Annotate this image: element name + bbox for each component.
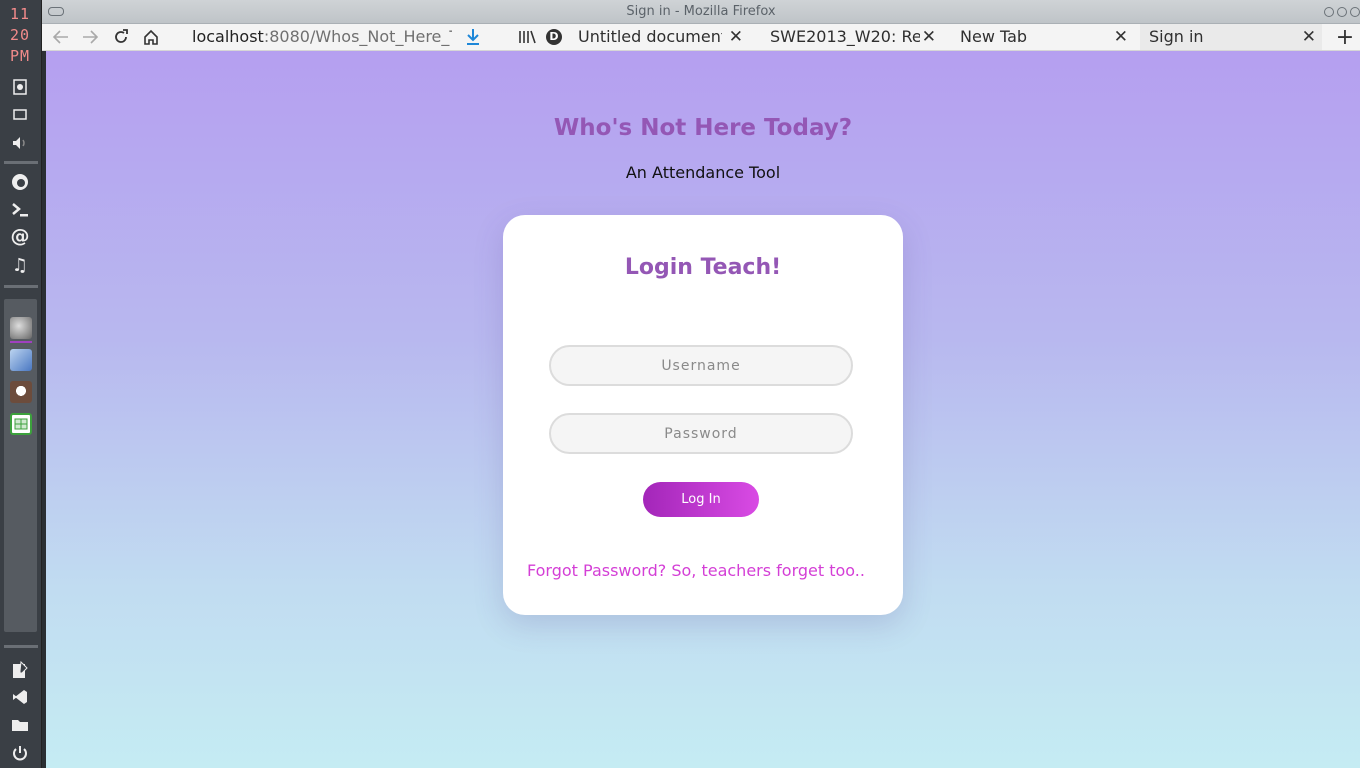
active-indicator xyxy=(10,341,32,343)
clock-period: PM xyxy=(9,47,31,65)
squirrel-app-icon[interactable] xyxy=(10,381,32,403)
spreadsheet-icon[interactable] xyxy=(10,413,32,435)
mail-at-icon[interactable]: @ xyxy=(9,225,31,247)
login-card: Login Teach! Log In Forgot Password? So,… xyxy=(503,215,903,615)
download-icon[interactable] xyxy=(462,26,484,48)
tab-new-tab[interactable]: New Tab ✕ xyxy=(954,24,1134,50)
tab-close-icon[interactable]: ✕ xyxy=(922,24,936,50)
password-input[interactable] xyxy=(549,413,853,454)
eagle-app-icon[interactable] xyxy=(10,317,32,339)
firefox-icon[interactable] xyxy=(9,171,31,193)
library-icon[interactable] xyxy=(516,26,538,48)
url-bar[interactable]: localhost:8080/Whos_Not_Here_T xyxy=(192,26,452,48)
vscode-icon[interactable] xyxy=(9,686,31,708)
username-input[interactable] xyxy=(549,345,853,386)
power-icon[interactable] xyxy=(9,742,31,764)
minimize-button[interactable] xyxy=(1324,7,1334,17)
clock: 11 20 PM xyxy=(0,4,40,67)
tab-close-icon[interactable]: ✕ xyxy=(1114,24,1128,50)
forgot-password-link[interactable]: Forgot Password? So, teachers forget too… xyxy=(503,561,889,580)
login-title: Login Teach! xyxy=(624,255,782,280)
page-subheading: An Attendance Tool xyxy=(625,163,781,182)
screenshot-icon[interactable] xyxy=(9,76,31,98)
page-heading: Who's Not Here Today? xyxy=(553,115,853,141)
tab-untitled-document[interactable]: D Untitled document - ✕ xyxy=(544,24,749,50)
dock-separator xyxy=(4,285,38,288)
back-icon[interactable] xyxy=(50,26,72,48)
music-icon[interactable]: ♫ xyxy=(9,254,31,276)
terminal-icon[interactable] xyxy=(9,199,31,221)
tab-label: SWE2013_W20: Revie xyxy=(770,27,920,46)
left-dock: 11 20 PM @ ♫ xyxy=(0,0,42,768)
close-window-button[interactable] xyxy=(1350,7,1360,17)
display-icon[interactable] xyxy=(9,104,31,126)
docs-favicon: D xyxy=(546,29,562,45)
folder-icon[interactable] xyxy=(9,714,31,736)
tab-close-icon[interactable]: ✕ xyxy=(729,24,743,50)
dock-separator xyxy=(4,161,38,164)
forward-icon[interactable] xyxy=(79,26,101,48)
window-title: Sign in - Mozilla Firefox xyxy=(626,4,776,19)
home-icon[interactable] xyxy=(140,26,162,48)
browser-navbar: localhost:8080/Whos_Not_Here_T D Untitle… xyxy=(42,24,1360,51)
dock-separator xyxy=(4,645,38,648)
tab-sign-in[interactable]: Sign in ✕ xyxy=(1140,24,1322,50)
new-tab-icon[interactable]: + xyxy=(1334,25,1356,50)
virtualbox-icon[interactable] xyxy=(10,349,32,371)
clock-hour: 11 xyxy=(9,5,31,23)
tab-label: Untitled document - xyxy=(578,27,722,46)
url-path: :8080/Whos_Not_Here_T xyxy=(263,27,452,46)
tab-close-icon[interactable]: ✕ xyxy=(1302,24,1316,50)
notes-icon[interactable] xyxy=(9,659,31,681)
tab-label: Sign in xyxy=(1149,27,1204,46)
app-tray xyxy=(4,299,37,632)
url-host: localhost xyxy=(192,27,264,46)
tab-swe2013[interactable]: SWE2013_W20: Revie ✕ xyxy=(764,24,942,50)
tab-label: New Tab xyxy=(960,27,1028,46)
clock-minute: 20 xyxy=(9,26,31,44)
reload-icon[interactable] xyxy=(110,26,132,48)
maximize-button[interactable] xyxy=(1337,7,1347,17)
window-titlebar: Sign in - Mozilla Firefox xyxy=(42,0,1360,24)
volume-icon[interactable] xyxy=(9,132,31,154)
login-button[interactable]: Log In xyxy=(643,482,759,517)
page-viewport: Who's Not Here Today? An Attendance Tool… xyxy=(46,51,1360,768)
